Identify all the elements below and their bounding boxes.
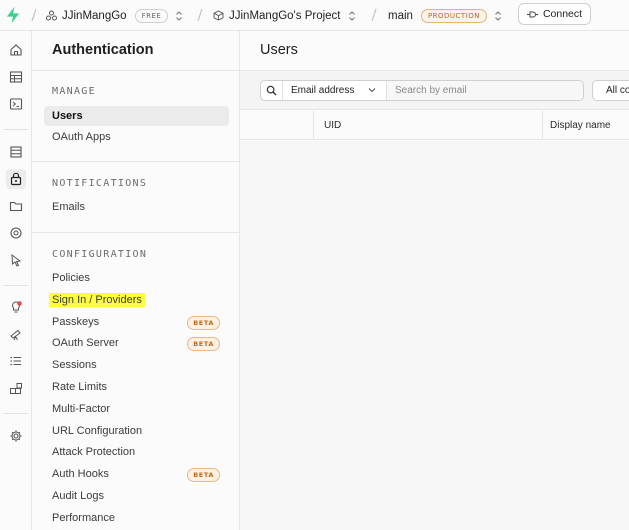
top-bar: JJinMangGo FREE JJinMangGo's Project mai… [0, 0, 629, 31]
authentication-icon[interactable] [6, 169, 26, 189]
sidebar-item-label: OAuth Server [52, 337, 119, 349]
sidebar-item-label: Rate Limits [52, 381, 108, 393]
sidebar-item-label: Multi-Factor [52, 403, 111, 415]
sidebar-item-passkeys[interactable]: Passkeys BETA [44, 312, 229, 332]
sidebar-item-rate-limits[interactable]: Rate Limits [44, 377, 229, 397]
sidebar-item-label: Policies [52, 272, 90, 284]
home-icon[interactable] [6, 40, 26, 60]
sidebar-item-auth-hooks[interactable]: Auth Hooks BETA [44, 464, 229, 484]
chevron-down-icon [368, 88, 376, 93]
integrations-icon[interactable] [6, 379, 26, 399]
sidebar-item-label: URL Configuration [52, 425, 143, 437]
sidebar-item-multi-factor[interactable]: Multi-Factor [44, 399, 229, 419]
project-switcher[interactable]: JJinMangGo's Project [213, 0, 356, 31]
plug-icon [526, 11, 538, 17]
section-label-manage: MANAGE [52, 86, 96, 97]
chevron-up-down-icon[interactable] [175, 10, 183, 22]
connect-button[interactable]: Connect [518, 3, 591, 25]
sidebar-item-policies[interactable]: Policies [44, 268, 229, 288]
storage-icon[interactable] [6, 196, 26, 216]
reports-icon[interactable] [6, 324, 26, 344]
search-field-value: Email address [291, 85, 355, 96]
rail-divider [4, 285, 28, 286]
beta-badge: BETA [187, 337, 220, 351]
chevron-up-down-icon[interactable] [494, 10, 502, 22]
chevron-up-down-icon[interactable] [348, 10, 356, 22]
beta-badge: BETA [187, 468, 220, 482]
auth-sidebar: Authentication MANAGE Users OAuth Apps N… [32, 31, 240, 530]
supabase-logo-icon[interactable] [5, 6, 21, 24]
breadcrumb-separator-icon [197, 8, 203, 22]
project-name: JJinMangGo's Project [229, 9, 341, 22]
beta-badge: BETA [187, 316, 220, 330]
table-header: UID Display name [240, 111, 629, 140]
database-icon[interactable] [6, 142, 26, 162]
sidebar-item-attack-protection[interactable]: Attack Protection [44, 442, 229, 462]
divider [32, 232, 240, 233]
sidebar-item-users[interactable]: Users [44, 106, 229, 126]
column-header-uid[interactable]: UID [324, 111, 341, 140]
branch-switcher[interactable]: main PRODUCTION [388, 0, 502, 31]
sidebar-item-label: Passkeys [52, 316, 100, 328]
search-input[interactable] [387, 81, 583, 100]
edge-functions-icon[interactable] [6, 250, 26, 270]
sidebar-item-performance[interactable]: Performance [44, 508, 229, 528]
sidebar-item-label: Users [52, 110, 83, 122]
search-bar: Email address [260, 80, 584, 101]
column-divider [313, 111, 314, 140]
rail-divider [4, 413, 28, 414]
environment-badge: PRODUCTION [420, 8, 488, 23]
sidebar-item-label: Performance [52, 512, 115, 524]
sidebar-item-audit-logs[interactable]: Audit Logs [44, 486, 229, 506]
section-label-configuration: CONFIGURATION [52, 249, 148, 260]
divider [32, 70, 240, 71]
sidebar-item-label: Attack Protection [52, 446, 136, 458]
main-panel: Users Email address All co UID Display n… [240, 31, 629, 530]
sidebar-item-label: Auth Hooks [52, 468, 109, 480]
sidebar-item-oauth-apps[interactable]: OAuth Apps [44, 127, 229, 147]
logs-icon[interactable] [6, 351, 26, 371]
organization-icon [46, 10, 57, 21]
divider [32, 161, 240, 162]
sql-editor-icon[interactable] [6, 94, 26, 114]
sidebar-item-url-configuration[interactable]: URL Configuration [44, 421, 229, 441]
advisors-icon[interactable] [6, 297, 26, 317]
sidebar-item-emails[interactable]: Emails [44, 197, 229, 217]
breadcrumb-separator-icon [31, 8, 37, 22]
search-icon [261, 81, 283, 100]
user-filter-dropdown[interactable]: All co [592, 80, 629, 101]
breadcrumb-separator-icon [371, 8, 377, 22]
user-filter-label: All co [606, 85, 629, 96]
page-title: Users [260, 42, 298, 58]
sidebar-item-oauth-server[interactable]: OAuth Server BETA [44, 333, 229, 353]
sidebar-item-label: Sessions [52, 359, 97, 371]
project-box-icon [213, 10, 224, 21]
section-label-notifications: NOTIFICATIONS [52, 178, 148, 189]
branch-name: main [388, 9, 413, 22]
search-field-select[interactable]: Email address [283, 81, 387, 100]
users-table-body [240, 141, 629, 530]
sidebar-item-label: Sign In / Providers [49, 293, 145, 307]
icon-rail [0, 31, 32, 530]
sidebar-item-sessions[interactable]: Sessions [44, 355, 229, 375]
plan-badge: FREE [134, 8, 169, 23]
org-name: JJinMangGo [62, 9, 127, 22]
org-switcher[interactable]: JJinMangGo FREE [46, 0, 183, 31]
table-editor-icon[interactable] [6, 67, 26, 87]
connect-label: Connect [542, 8, 583, 20]
sidebar-item-label: OAuth Apps [52, 131, 111, 143]
column-divider [542, 111, 543, 140]
sidebar-title: Authentication [52, 42, 154, 58]
realtime-icon[interactable] [6, 223, 26, 243]
rail-divider [4, 129, 28, 130]
settings-icon[interactable] [6, 426, 26, 446]
sidebar-item-sign-in-providers[interactable]: Sign In / Providers [44, 290, 229, 310]
column-header-display-name[interactable]: Display name [550, 111, 611, 140]
users-toolbar: Email address All co [240, 71, 629, 110]
sidebar-item-label: Audit Logs [52, 490, 104, 502]
sidebar-item-label: Emails [52, 201, 86, 213]
